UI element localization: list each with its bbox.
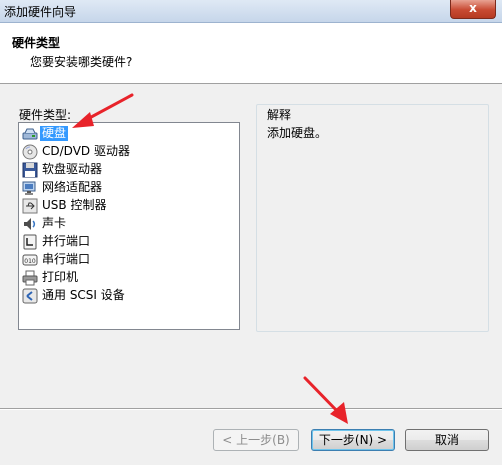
list-item-network-adapter[interactable]: 网络适配器 xyxy=(22,179,104,196)
back-button[interactable]: < 上一步(B) xyxy=(213,429,299,451)
serial-port-icon: 010 xyxy=(22,254,38,265)
network-adapter-icon xyxy=(22,181,36,195)
list-item-usb-controller[interactable]: USB 控制器 xyxy=(22,197,108,214)
list-item-printer[interactable]: 打印机 xyxy=(22,269,80,286)
list-item-label: CD/DVD 驱动器 xyxy=(42,144,130,158)
close-button[interactable]: x xyxy=(450,0,496,19)
list-item-label: USB 控制器 xyxy=(42,198,107,212)
hard-disk-icon xyxy=(22,128,38,139)
title-bar: 添加硬件向导 x xyxy=(0,0,502,23)
description-text: 添加硬盘。 xyxy=(267,126,328,140)
next-button[interactable]: 下一步(N) > xyxy=(311,429,395,451)
parallel-port-icon xyxy=(23,234,37,249)
list-item-label: 串行端口 xyxy=(42,252,91,266)
page-subtitle: 您要安装哪类硬件? xyxy=(30,55,133,69)
hardware-list-label: 硬件类型: xyxy=(19,108,72,122)
list-item-label: 软盘驱动器 xyxy=(42,162,103,176)
list-item-label: 声卡 xyxy=(42,216,67,230)
description-title: 解释 xyxy=(267,108,292,122)
description-panel: 解释 添加硬盘。 xyxy=(256,104,489,332)
list-item-label: 通用 SCSI 设备 xyxy=(42,288,125,302)
list-item-floppy[interactable]: 软盘驱动器 xyxy=(22,161,104,178)
list-item-hard-disk[interactable]: 硬盘 xyxy=(22,125,69,142)
button-separator xyxy=(0,408,502,410)
wizard-header: 硬件类型 您要安装哪类硬件? xyxy=(0,23,502,84)
usb-icon xyxy=(22,198,38,213)
page-title: 硬件类型 xyxy=(12,36,61,50)
annotation-arrow-next xyxy=(303,376,348,424)
hardware-type-list[interactable]: 硬盘 CD/DVD 驱动器 软盘驱动器 网络适配器 USB 控制器 声卡 并行端… xyxy=(18,122,240,330)
list-item-label: 硬盘 xyxy=(40,126,69,141)
scsi-icon xyxy=(22,288,38,303)
speaker-icon xyxy=(24,217,36,230)
list-item-label: 打印机 xyxy=(42,270,79,284)
list-item-sound-card[interactable]: 声卡 xyxy=(22,215,68,232)
list-item-label: 网络适配器 xyxy=(42,180,103,194)
floppy-icon xyxy=(22,162,38,177)
svg-text:010: 010 xyxy=(24,258,36,265)
list-item-parallel-port[interactable]: 并行端口 xyxy=(22,233,92,250)
list-item-generic-scsi[interactable]: 通用 SCSI 设备 xyxy=(22,287,127,304)
cancel-button[interactable]: 取消 xyxy=(405,429,489,451)
list-item-label: 并行端口 xyxy=(42,234,91,248)
window-title: 添加硬件向导 xyxy=(4,5,77,19)
cd-dvd-icon xyxy=(22,144,38,159)
printer-icon xyxy=(22,270,38,285)
list-item-cd-dvd[interactable]: CD/DVD 驱动器 xyxy=(22,143,132,160)
list-item-serial-port[interactable]: 010 串行端口 xyxy=(22,251,92,268)
